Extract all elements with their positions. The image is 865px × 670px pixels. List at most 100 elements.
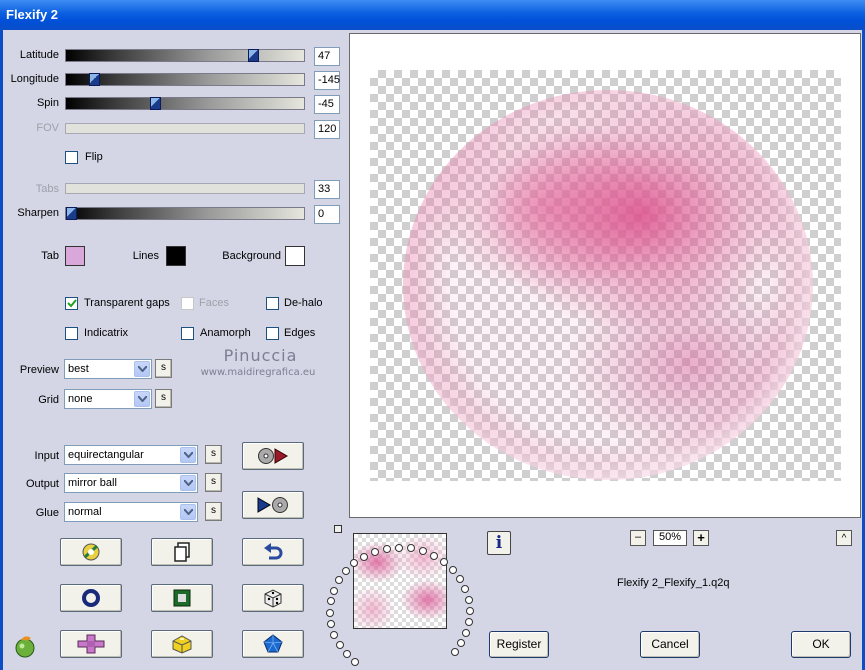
preset-name: Flexify 2_Flexify_1.q2q xyxy=(617,577,730,589)
square-frame-icon xyxy=(173,589,191,607)
preview-s-button[interactable]: s xyxy=(155,359,172,378)
zoom-out-button[interactable]: – xyxy=(630,530,646,546)
output-s-button[interactable]: s xyxy=(205,473,222,492)
sharpen-input[interactable]: 0 xyxy=(314,205,340,224)
navigator-ring-dot[interactable] xyxy=(461,585,469,593)
navigator-ring-dot[interactable] xyxy=(430,552,438,560)
input-s-button[interactable]: s xyxy=(205,445,222,464)
navigator-ring-dot[interactable] xyxy=(351,658,359,666)
longitude-input[interactable]: -145 xyxy=(314,71,340,90)
cross-shape-button[interactable] xyxy=(60,630,122,658)
ok-button[interactable]: OK xyxy=(791,631,851,658)
longitude-slider[interactable] xyxy=(65,73,305,86)
fov-label: FOV xyxy=(36,122,59,134)
sharpen-slider[interactable] xyxy=(65,207,305,220)
latitude-slider-thumb[interactable] xyxy=(248,49,259,62)
input-select[interactable]: equirectangular xyxy=(64,445,198,465)
copy-button[interactable] xyxy=(151,538,213,566)
collapse-button[interactable]: ^ xyxy=(836,530,852,546)
navigator-ring-dot[interactable] xyxy=(457,639,465,647)
lines-color-swatch[interactable] xyxy=(166,246,186,266)
navigator-ring-dot[interactable] xyxy=(342,567,350,575)
pentagon-shape-button[interactable] xyxy=(242,630,304,658)
latitude-input[interactable]: 47 xyxy=(314,47,340,66)
spin-input[interactable]: -45 xyxy=(314,95,340,114)
lines-color-label: Lines xyxy=(132,250,159,262)
navigator-ring-dot[interactable] xyxy=(440,558,448,566)
longitude-slider-thumb[interactable] xyxy=(89,73,100,86)
random-dice-button[interactable] xyxy=(242,584,304,612)
cube-shape-button[interactable] xyxy=(151,630,213,658)
chevron-down-icon[interactable] xyxy=(180,504,196,520)
glue-select[interactable]: normal xyxy=(64,502,198,522)
spin-label: Spin xyxy=(36,97,59,109)
grid-select[interactable]: none xyxy=(64,389,152,409)
latitude-label: Latitude xyxy=(19,49,59,61)
navigator-ring-dot[interactable] xyxy=(451,648,459,656)
output-label: Output xyxy=(25,478,59,490)
grid-s-button[interactable]: s xyxy=(155,389,172,408)
grid-select-value: none xyxy=(68,393,93,405)
navigator-ring-dot[interactable] xyxy=(350,559,358,567)
navigator-ring-dot[interactable] xyxy=(383,545,391,553)
undo-icon xyxy=(264,543,283,560)
navigator-ring-dot[interactable] xyxy=(371,548,379,556)
navigator-ring-dot[interactable] xyxy=(336,641,344,649)
pentagon-icon xyxy=(263,634,283,653)
ring-icon xyxy=(82,589,100,607)
chevron-down-icon[interactable] xyxy=(180,475,196,491)
info-button[interactable]: i xyxy=(487,531,511,555)
preview-select[interactable]: best xyxy=(64,359,152,379)
indicatrix-checkbox[interactable] xyxy=(65,327,78,340)
navigator-ring-dot[interactable] xyxy=(466,607,474,615)
register-button[interactable]: Register xyxy=(489,631,549,658)
spin-slider-thumb[interactable] xyxy=(150,97,161,110)
longitude-label: Longitude xyxy=(10,73,59,85)
tab-color-swatch[interactable] xyxy=(65,246,85,266)
transparent-gaps-checkbox[interactable] xyxy=(65,297,78,310)
navigator-ring-dot[interactable] xyxy=(465,596,473,604)
navigator-ring-dot[interactable] xyxy=(330,587,338,595)
square-frame-button[interactable] xyxy=(151,584,213,612)
navigator-ring-dot[interactable] xyxy=(343,650,351,658)
navigator-ring-dot[interactable] xyxy=(449,566,457,574)
navigator-ring-dot[interactable] xyxy=(360,553,368,561)
play-to-disc-button[interactable] xyxy=(242,491,304,519)
chevron-down-icon[interactable] xyxy=(180,447,196,463)
flip-checkbox[interactable] xyxy=(65,151,78,164)
preview-canvas[interactable] xyxy=(349,33,861,518)
chevron-down-icon[interactable] xyxy=(134,391,150,407)
navigator-handle[interactable] xyxy=(334,525,342,533)
checkmark-icon xyxy=(67,299,77,308)
cancel-button[interactable]: Cancel xyxy=(640,631,700,658)
randomize-settings-button[interactable] xyxy=(60,538,122,566)
chevron-down-icon[interactable] xyxy=(134,361,150,377)
navigator-ring-dot[interactable] xyxy=(395,544,403,552)
anamorph-checkbox[interactable] xyxy=(181,327,194,340)
edges-label: Edges xyxy=(284,327,316,339)
sharpen-slider-thumb[interactable] xyxy=(66,207,77,220)
navigator-ring-dot[interactable] xyxy=(465,618,473,626)
navigator-ring-dot[interactable] xyxy=(456,575,464,583)
navigator-ring-dot[interactable] xyxy=(419,547,427,555)
edges-checkbox[interactable] xyxy=(266,327,279,340)
spin-slider[interactable] xyxy=(65,97,305,110)
zoom-in-button[interactable]: + xyxy=(693,530,709,546)
disc-to-play-button[interactable] xyxy=(242,442,304,470)
navigator-ring-dot[interactable] xyxy=(462,629,470,637)
navigator-ring-dot[interactable] xyxy=(327,597,335,605)
ring-shape-button[interactable] xyxy=(60,584,122,612)
de-halo-checkbox[interactable] xyxy=(266,297,279,310)
zoom-level: 50% xyxy=(653,530,687,546)
navigator-ring-dot[interactable] xyxy=(326,609,334,617)
glue-s-button[interactable]: s xyxy=(205,502,222,521)
background-color-swatch[interactable] xyxy=(285,246,305,266)
magic-globe-icon xyxy=(82,543,100,561)
navigator-ring-dot[interactable] xyxy=(327,620,335,628)
navigator-ring-dot[interactable] xyxy=(330,631,338,639)
output-select[interactable]: mirror ball xyxy=(64,473,198,493)
latitude-slider[interactable] xyxy=(65,49,305,62)
navigator-ring-dot[interactable] xyxy=(407,544,415,552)
undo-button[interactable] xyxy=(242,538,304,566)
navigator-ring-dot[interactable] xyxy=(335,576,343,584)
